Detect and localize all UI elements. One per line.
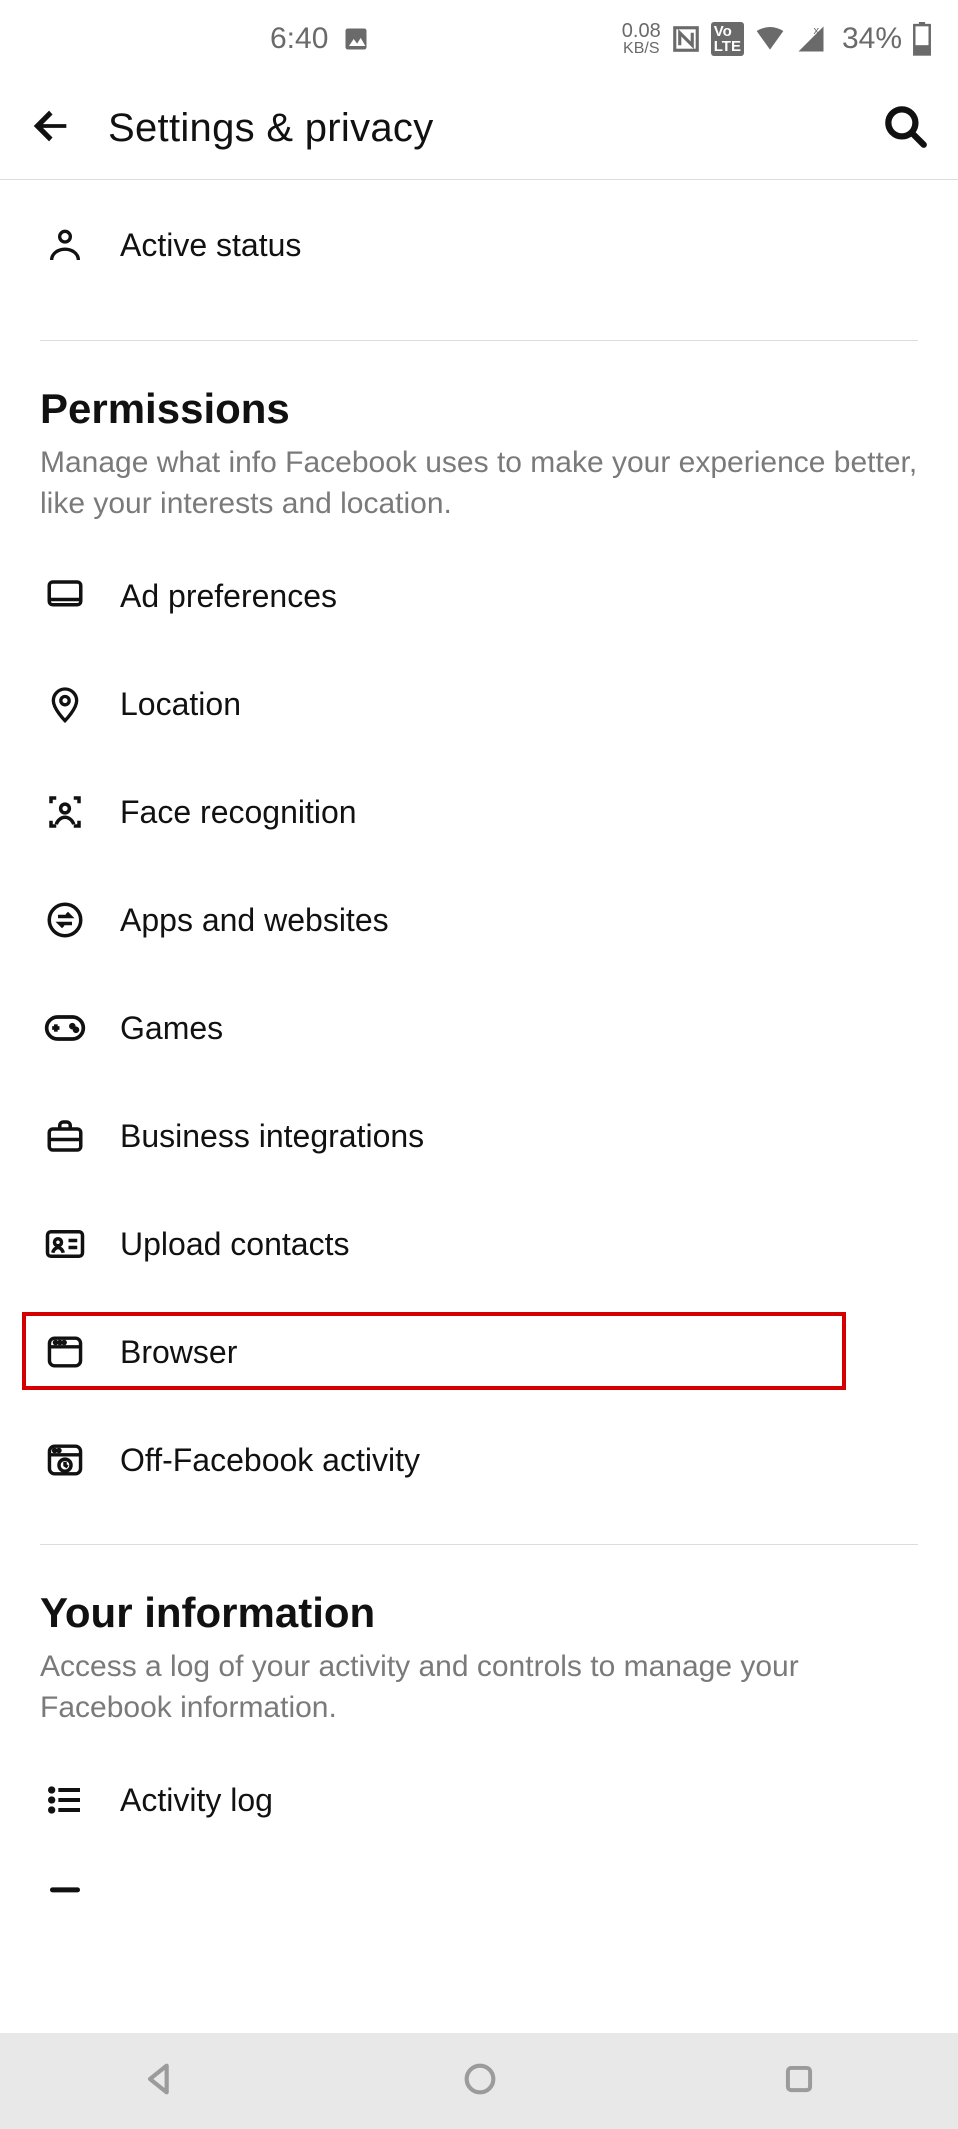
- settings-item-off-facebook-activity[interactable]: Off-Facebook activity: [0, 1406, 958, 1514]
- contact-card-icon: [44, 1227, 86, 1261]
- gamepad-icon: [43, 1011, 87, 1045]
- svg-text:x: x: [813, 25, 819, 37]
- settings-item-activity-log[interactable]: Activity log: [0, 1746, 958, 1854]
- section-permissions-header: Permissions Manage what info Facebook us…: [0, 341, 958, 524]
- net-speed-value: 0.08: [622, 21, 661, 41]
- signal-icon: x: [796, 24, 826, 54]
- monitor-icon: [44, 575, 86, 617]
- section-your-information-header: Your information Access a log of your ac…: [0, 1545, 958, 1728]
- settings-item-label: Business integrations: [120, 1118, 424, 1155]
- settings-item-browser[interactable]: Browser: [0, 1298, 958, 1406]
- settings-item-apps-websites[interactable]: Apps and websites: [0, 866, 958, 974]
- nav-back-button[interactable]: [140, 2059, 180, 2104]
- person-icon: [45, 225, 85, 265]
- settings-item-active-status[interactable]: Active status: [0, 180, 958, 310]
- settings-item-location[interactable]: Location: [0, 650, 958, 758]
- browser-history-icon: [44, 1441, 86, 1479]
- net-speed: 0.08 KB/S: [622, 21, 661, 57]
- browser-window-icon: [44, 1333, 86, 1371]
- settings-item-label: Face recognition: [120, 794, 357, 831]
- settings-item-partial[interactable]: [0, 1854, 958, 1894]
- content: Active status Permissions Manage what in…: [0, 180, 958, 2004]
- system-nav-bar: [0, 2033, 958, 2129]
- image-icon: [342, 25, 370, 53]
- section-title: Permissions: [40, 385, 918, 433]
- list-icon: [45, 1783, 85, 1817]
- nav-home-button[interactable]: [460, 2059, 500, 2104]
- volte-icon: VoLTE: [711, 22, 744, 56]
- status-right: 0.08 KB/S VoLTE x 34%: [622, 21, 932, 57]
- battery-text: 34%: [842, 22, 902, 56]
- partial-icon: [45, 1884, 85, 1894]
- settings-item-label: Browser: [120, 1334, 237, 1371]
- face-scan-icon: [44, 791, 86, 833]
- back-button[interactable]: [28, 103, 74, 154]
- nfc-icon: [671, 24, 701, 54]
- settings-item-label: Off-Facebook activity: [120, 1442, 420, 1479]
- settings-item-label: Upload contacts: [120, 1226, 349, 1263]
- wifi-icon: [754, 23, 786, 55]
- section-subtitle: Access a log of your activity and contro…: [40, 1647, 918, 1728]
- settings-item-label: Active status: [120, 227, 301, 264]
- back-arrow-icon: [28, 103, 74, 149]
- app-header: Settings & privacy: [0, 78, 958, 180]
- settings-item-face-recognition[interactable]: Face recognition: [0, 758, 958, 866]
- settings-item-ad-preferences[interactable]: Ad preferences: [0, 542, 958, 650]
- settings-item-upload-contacts[interactable]: Upload contacts: [0, 1190, 958, 1298]
- status-left: 6:40: [270, 22, 370, 56]
- search-button[interactable]: [880, 101, 930, 156]
- swap-icon: [44, 899, 86, 941]
- settings-item-games[interactable]: Games: [0, 974, 958, 1082]
- section-subtitle: Manage what info Facebook uses to make y…: [40, 443, 918, 524]
- nav-recent-button[interactable]: [780, 2060, 818, 2103]
- settings-item-label: Apps and websites: [120, 902, 389, 939]
- battery-icon: [912, 22, 932, 56]
- briefcase-icon: [44, 1117, 86, 1155]
- settings-item-label: Games: [120, 1010, 223, 1047]
- status-bar: 6:40 0.08 KB/S VoLTE x 34%: [0, 0, 958, 78]
- status-time: 6:40: [270, 22, 328, 56]
- settings-item-business-integrations[interactable]: Business integrations: [0, 1082, 958, 1190]
- location-pin-icon: [45, 682, 85, 726]
- search-icon: [880, 101, 930, 151]
- page-title: Settings & privacy: [108, 106, 880, 151]
- settings-item-label: Activity log: [120, 1782, 273, 1819]
- net-speed-unit: KB/S: [622, 41, 661, 57]
- section-title: Your information: [40, 1589, 918, 1637]
- settings-item-label: Ad preferences: [120, 578, 337, 615]
- settings-item-label: Location: [120, 686, 241, 723]
